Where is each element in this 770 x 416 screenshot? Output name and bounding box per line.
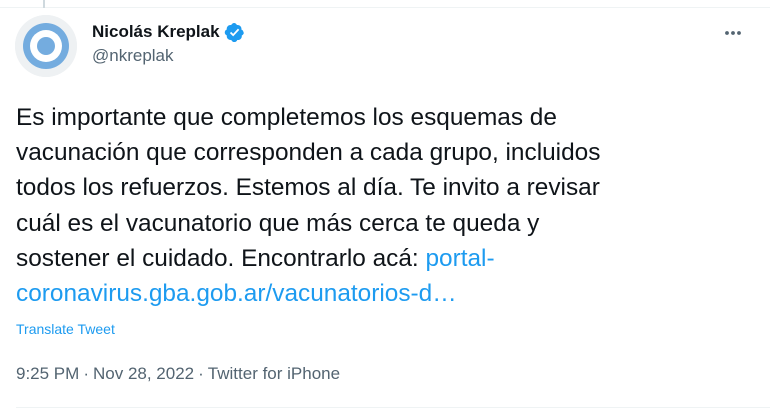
tweet-date[interactable]: Nov 28, 2022 [93, 364, 194, 383]
tweet-time[interactable]: 9:25 PM [16, 364, 79, 383]
author-display-name[interactable]: Nicolás Kreplak [92, 20, 220, 44]
meta-separator: · [198, 364, 204, 383]
author-name-row: Nicolás Kreplak [92, 20, 246, 44]
translate-tweet-link[interactable]: Translate Tweet [16, 319, 115, 339]
thread-connector-line [43, 0, 45, 8]
tweet-text-line: todos los refuerzos. Estemos al día. Te … [16, 174, 600, 202]
top-divider [0, 0, 770, 8]
tweet-author: Nicolás Kreplak @nkreplak [92, 20, 246, 68]
tweet-text-line: vacunación que corresponden a cada grupo… [16, 139, 601, 167]
verified-badge-icon [224, 21, 246, 43]
bottom-divider [16, 407, 770, 408]
tweet-text-line: Es importante que completemos los esquem… [16, 104, 557, 131]
meta-separator: · [83, 364, 89, 383]
avatar[interactable] [15, 15, 77, 77]
tweet-link-part-2[interactable]: coronavirus.gba.gob.ar/vacunatorios-d… [16, 280, 457, 307]
tweet-metadata: 9:25 PM · Nov 28, 2022 · Twitter for iPhone [16, 363, 340, 385]
tweet-text-line-with-link: sostener el cuidado. Encontrarlo acá: po… [16, 241, 756, 276]
tweet-text: Es importante que completemos los esquem… [16, 100, 756, 311]
tweet-link-line: coronavirus.gba.gob.ar/vacunatorios-d… [16, 276, 756, 311]
tweet-link-part-1[interactable]: portal- [425, 245, 494, 272]
author-handle[interactable]: @nkreplak [92, 44, 246, 68]
argentina-flag-emblem-icon [15, 15, 77, 77]
more-options-icon[interactable] [722, 22, 744, 44]
tweet-source[interactable]: Twitter for iPhone [208, 364, 340, 383]
tweet-text-segment: sostener el cuidado. Encontrarlo acá: [16, 244, 426, 272]
tweet-text-line: cuál es el vacunatorio que más cerca te … [16, 209, 540, 237]
